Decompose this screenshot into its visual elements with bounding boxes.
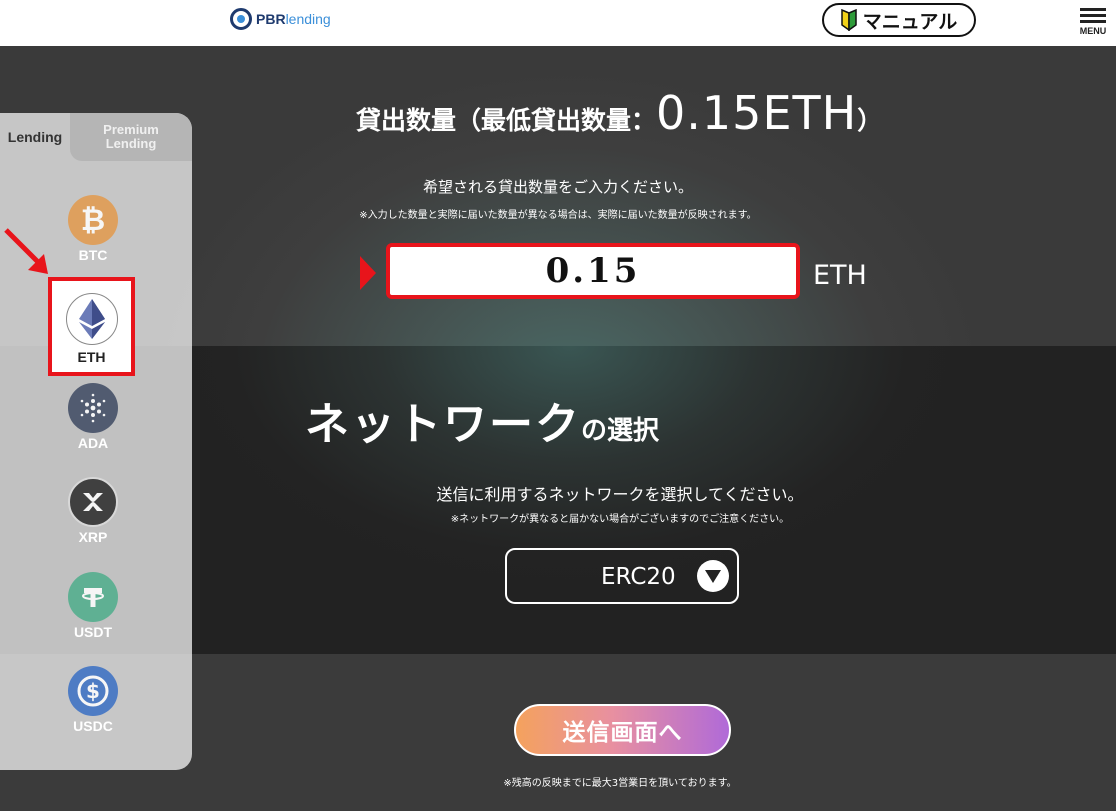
usdc-icon: $: [68, 666, 118, 716]
manual-button[interactable]: マニュアル: [822, 3, 976, 37]
beginner-mark-icon: [841, 9, 857, 31]
title-suffix: ）: [857, 106, 883, 135]
sidebar-item-usdt[interactable]: USDT: [57, 572, 129, 640]
sidebar-item-label: USDT: [73, 624, 113, 640]
pbr-lending-logo[interactable]: PBRlending: [230, 8, 331, 30]
chevron-down-icon: [697, 560, 729, 592]
sidebar-item-label: BTC: [78, 247, 108, 263]
balance-note: ※残高の反映までに最大3営業日を頂いております。: [503, 778, 737, 789]
menu-label: MENU: [1079, 26, 1107, 36]
sidebar-item-label: ADA: [77, 435, 109, 451]
logo-text: PBRlending: [256, 11, 331, 27]
network-note: ※ネットワークが異なると届かない場合がございますのでご注意ください。: [450, 514, 790, 525]
logo-icon: [230, 8, 252, 30]
min-amount: 0.15ETH: [656, 86, 858, 140]
top-bar: PBRlending マニュアル MENU: [0, 0, 1116, 46]
network-select[interactable]: ERC20: [505, 548, 739, 604]
network-selected-value: ERC20: [601, 564, 676, 590]
network-title-sub: の選択: [581, 416, 660, 446]
lending-amount-title: 貸出数量（最低貸出数量：0.15ETH）: [356, 86, 896, 140]
sidebar-item-label: ETH: [77, 349, 106, 365]
sidebar-item-ada[interactable]: ADA: [57, 383, 129, 451]
cardano-icon: [68, 383, 118, 433]
amount-input-frame: [386, 243, 800, 299]
amount-input[interactable]: [392, 249, 794, 293]
red-marker-icon: [360, 256, 376, 290]
manual-label: マニュアル: [862, 10, 958, 33]
network-title-main: ネットワーク: [305, 399, 581, 450]
menu-button[interactable]: MENU: [1078, 8, 1108, 38]
svg-text:$: $: [86, 679, 100, 703]
amount-note: ※入力した数量と実際に届いた数量が異なる場合は、実際に届いた数量が反映されます。: [359, 210, 757, 221]
tether-icon: [68, 572, 118, 622]
amount-unit: ETH: [813, 260, 867, 291]
submit-button[interactable]: 送信画面へ: [514, 704, 731, 756]
network-title: ネットワークの選択: [305, 388, 659, 452]
sidebar-item-eth[interactable]: ETH: [48, 277, 135, 376]
network-instruction: 送信に利用するネットワークを選択してください。: [436, 485, 804, 504]
tab-premium-lending[interactable]: Premium Lending: [70, 113, 192, 161]
sidebar-item-label: XRP: [78, 529, 108, 545]
annotation-arrow-icon: [4, 228, 48, 274]
tab-lending[interactable]: Lending: [0, 113, 70, 161]
ethereum-icon: [65, 293, 118, 345]
amount-instruction: 希望される貸出数量をご入力ください。: [422, 178, 693, 196]
title-prefix: 貸出数量（最低貸出数量：: [356, 106, 657, 135]
sidebar-item-label: USDC: [73, 718, 113, 734]
sidebar-item-usdc[interactable]: $ USDC: [57, 666, 129, 734]
